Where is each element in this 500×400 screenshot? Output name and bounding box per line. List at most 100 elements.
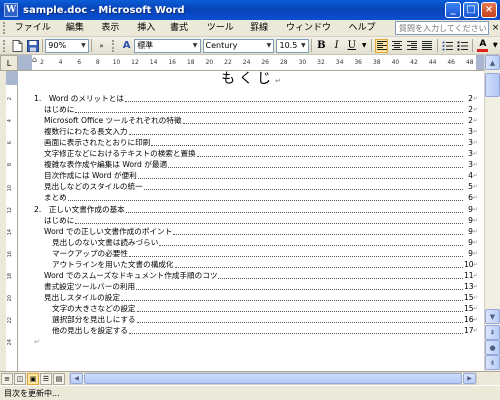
toc-page-number[interactable]: 5 [462, 182, 473, 193]
toc-entry-text[interactable]: 書式設定ツールバーの利用 [44, 281, 137, 292]
table-of-contents[interactable]: 1. Word のメリットとは 2 ↵ はじめに 2 ↵ Microsoft Office … [34, 93, 478, 337]
toc-entry[interactable]: 複数行にわたる長文入力 3 ↵ [34, 126, 478, 138]
italic-button[interactable]: I [330, 39, 343, 53]
toc-page-number[interactable]: 9 [462, 226, 473, 237]
menu-file[interactable]: ファイル(F) [11, 21, 62, 48]
document-page[interactable]: もくじ↵ 1. Word のメリットとは 2 ↵ はじめに 2 ↵ Microsoft Of… [18, 71, 484, 371]
menu-window[interactable]: ウィンドウ(W) [282, 21, 345, 48]
toc-page-number[interactable]: 11 [462, 270, 474, 281]
toolbar-grip[interactable] [3, 39, 7, 52]
horizontal-scrollbar[interactable]: ◀ ▶ [69, 372, 477, 385]
toc-entry-text[interactable]: 1. Word のメリットとは [34, 94, 125, 105]
style-combo[interactable]: 標準 ▼ [134, 38, 201, 53]
chevron-right-icon[interactable]: » [95, 39, 108, 53]
toc-entry-text[interactable]: まとめ [44, 193, 68, 204]
toc-entry[interactable]: 文字修正などにおけるテキストの検索と置換 3 ↵ [34, 148, 478, 160]
toc-entry[interactable]: 見出しなどのスタイルの統一 5 ↵ [34, 181, 478, 193]
toc-entry-text[interactable]: 文字修正などにおけるテキストの検索と置換 [44, 149, 197, 160]
toc-entry-text[interactable]: 複雑な表作成や編集は Word が最適 [44, 160, 169, 171]
toc-entry-text[interactable]: はじめに [44, 215, 76, 226]
horizontal-scroll-thumb[interactable] [84, 373, 462, 384]
toc-entry[interactable]: 文字の大きさなどの設定 15 ↵ [34, 303, 478, 314]
previous-page-button[interactable]: ⇞ [485, 325, 500, 340]
outline-view-button[interactable]: ☰ [40, 372, 52, 385]
toc-page-number[interactable]: 2 [462, 94, 473, 105]
toc-page-number[interactable]: 16 [462, 314, 474, 325]
toc-entry-text[interactable]: はじめに [44, 105, 76, 116]
scroll-up-button[interactable]: ▲ [485, 55, 500, 70]
toc-page-number[interactable]: 9 [462, 248, 473, 259]
toc-entry[interactable]: 見出しスタイルの設定 15 ↵ [34, 292, 478, 303]
scroll-down-button[interactable]: ▼ [485, 309, 500, 324]
menu-table[interactable]: 罫線(A) [246, 21, 282, 48]
indent-marker-icon[interactable]: ⌂ [32, 55, 37, 64]
toc-entry[interactable]: はじめに 2 ↵ [34, 104, 478, 116]
toc-page-number[interactable]: 6 [462, 193, 473, 204]
toc-page-number[interactable]: 3 [462, 160, 473, 171]
toc-entry[interactable]: 他の見出しを設定する 17 ↵ [34, 325, 478, 337]
toc-entry[interactable]: 1. Word のメリットとは 2 ↵ [34, 93, 478, 105]
toc-page-number[interactable]: 2 [462, 105, 473, 116]
web-layout-button[interactable]: ◫ [14, 372, 26, 385]
toc-page-number[interactable]: 10 [462, 259, 474, 270]
toc-entry-text[interactable]: 2. 正しい文書作成の基本 [34, 204, 126, 215]
toc-entry-text[interactable]: 画面に表示されたとおりに印刷 [44, 138, 152, 149]
toc-page-number[interactable]: 3 [462, 149, 473, 160]
toc-entry[interactable]: 画面に表示されたとおりに印刷 3 ↵ [34, 137, 478, 149]
toc-page-number[interactable]: 17 [462, 326, 474, 337]
toc-entry[interactable]: 見出しのない文書は読みづらい 9 ↵ [34, 237, 478, 248]
toc-entry-text[interactable]: 文字の大きさなどの設定 [52, 303, 137, 314]
toc-entry[interactable]: 目次作成には Word が便利 4 ↵ [34, 170, 478, 182]
toc-entry[interactable]: アウトラインを用いた文書の構成化 10 ↵ [34, 259, 478, 270]
scroll-right-button[interactable]: ▶ [463, 373, 476, 384]
toc-entry-text[interactable]: 見出しスタイルの設定 [44, 292, 121, 303]
toc-entry[interactable]: 選択部分を見出しにする 16 ↵ [34, 314, 478, 325]
toc-entry-text[interactable]: Microsoft Office ツールそれぞれの特徴 [44, 116, 183, 127]
horizontal-ruler[interactable]: ⌂ 2 4 6 8 10 12 14 16 18 20 22 24 26 28 30 32 34 36 38 40 42… [18, 55, 484, 71]
menu-format[interactable]: 書式(O) [166, 21, 203, 48]
menu-grip[interactable] [3, 22, 8, 34]
toc-entry[interactable]: マークアップの必要性 9 ↵ [34, 248, 478, 259]
bold-button[interactable]: B [315, 39, 328, 53]
toc-entry-text[interactable]: 見出しなどのスタイルの統一 [44, 182, 144, 193]
zoom-combo[interactable]: 90% ▼ [45, 38, 89, 53]
toolbar-options-icon[interactable]: » [493, 39, 498, 48]
toc-page-number[interactable]: 3 [462, 127, 473, 138]
toc-entry-text[interactable]: アウトラインを用いた文書の構成化 [52, 259, 175, 270]
toc-page-number[interactable]: 9 [462, 204, 473, 215]
menu-edit[interactable]: 編集(E) [62, 21, 97, 48]
help-search-input[interactable] [395, 21, 490, 35]
toc-entry[interactable]: 2. 正しい文書作成の基本 9 ↵ [34, 203, 478, 215]
font-size-combo[interactable]: 10.5 ▼ [276, 38, 309, 53]
toc-page-number[interactable]: 3 [462, 138, 473, 149]
minimize-button[interactable]: _ [445, 2, 461, 18]
word-icon[interactable]: W [4, 3, 18, 17]
underline-button[interactable]: U [345, 39, 358, 53]
close-button[interactable]: × [481, 2, 497, 18]
toc-entry-text[interactable]: Word でのスムーズなドキュメント作成手順のコツ [44, 270, 219, 281]
save-icon[interactable] [26, 39, 39, 53]
menu-view[interactable]: 表示(V) [97, 21, 133, 48]
align-center-icon[interactable] [390, 39, 403, 53]
toc-entry-text[interactable]: 目次作成には Word が便利 [44, 171, 138, 182]
toc-entry-text[interactable]: 複数行にわたる長文入力 [44, 127, 129, 138]
chevron-down-icon[interactable]: ▼ [264, 40, 273, 52]
maximize-button[interactable]: □ [463, 2, 479, 18]
toolbar-grip[interactable] [112, 39, 116, 52]
print-layout-button[interactable]: ▣ [27, 372, 39, 385]
toc-page-number[interactable]: 9 [462, 237, 473, 248]
toc-page-number[interactable]: 15 [462, 303, 474, 314]
numbered-list-icon[interactable] [441, 39, 454, 53]
vertical-ruler[interactable]: 2 4 6 8 10 12 14 16 18 20 22 24 [6, 71, 18, 371]
scroll-thumb[interactable] [485, 73, 500, 97]
menu-tools[interactable]: ツール(T) [203, 21, 246, 48]
toc-entry[interactable]: はじめに 9 ↵ [34, 215, 478, 226]
toc-entry[interactable]: まとめ 6 ↵ [34, 192, 478, 204]
browse-object-button[interactable]: ● [485, 340, 500, 355]
style-pane-icon[interactable]: A [120, 39, 133, 53]
font-color-icon[interactable]: A [476, 39, 489, 53]
menu-help[interactable]: ヘルプ(H) [345, 21, 390, 48]
chevron-down-icon[interactable]: ▼ [299, 40, 308, 52]
normal-view-button[interactable]: ≡ [1, 372, 13, 385]
justify-icon[interactable] [421, 39, 434, 53]
